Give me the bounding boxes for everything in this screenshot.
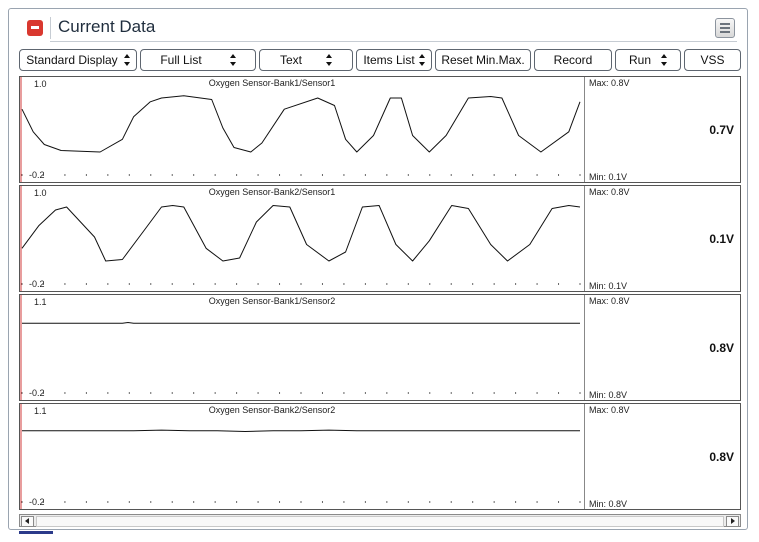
graph-panels: 1.0 -0.2 Oxygen Sensor-Bank1/Sensor1 Max: … — [19, 76, 741, 512]
panel-divider — [584, 404, 585, 509]
max-readout: Max: 0.8V — [589, 78, 630, 88]
sensor-series-line — [21, 205, 581, 262]
reset-min-max-button[interactable]: Reset Min.Max. — [435, 49, 531, 71]
current-value: 0.1V — [709, 232, 734, 246]
max-value: 0.8V — [611, 187, 630, 197]
panel-divider — [584, 77, 585, 182]
chart-svg: 1.1 -0.2 Oxygen Sensor-Bank1/Sensor2 — [20, 295, 581, 400]
graph-panel-bank1-sensor2[interactable]: 1.1 -0.2 Oxygen Sensor-Bank1/Sensor2 Max: … — [19, 294, 741, 401]
min-value: 0.8V — [608, 499, 628, 509]
y-max-tick-label: 1.1 — [34, 297, 47, 307]
min-value: 0.1V — [608, 281, 628, 291]
graph-panel-bank1-sensor1[interactable]: 1.0 -0.2 Oxygen Sensor-Bank1/Sensor1 Max: … — [19, 76, 741, 183]
standard-display-dropdown[interactable]: Standard Display — [19, 49, 137, 71]
toolbar-label: Record — [553, 53, 593, 67]
y-min-tick-label: -0.2 — [29, 497, 45, 507]
max-label: Max: — [589, 78, 609, 88]
current-data-window: Current Data Standard Display Full List … — [8, 8, 748, 534]
y-min-tick-label: -0.2 — [29, 279, 45, 289]
y-max-tick-label: 1.0 — [34, 79, 47, 89]
y-max-tick-label: 1.0 — [34, 188, 47, 198]
max-readout: Max: 0.8V — [589, 405, 630, 415]
horizontal-scrollbar[interactable] — [19, 514, 741, 527]
max-label: Max: — [589, 405, 609, 415]
toolbar-label: Text — [279, 53, 302, 67]
panel-divider — [584, 295, 585, 400]
title-separator — [50, 17, 51, 39]
collapse-icon[interactable] — [27, 20, 43, 36]
hamburger-menu-icon[interactable] — [715, 18, 735, 38]
scroll-right-arrow-icon[interactable] — [726, 516, 739, 527]
chart-title: Oxygen Sensor-Bank2/Sensor2 — [209, 405, 336, 415]
current-value: 0.8V — [709, 341, 734, 355]
title-underline — [50, 41, 737, 42]
y-min-tick-label: -0.2 — [29, 170, 45, 180]
scroll-left-arrow-icon[interactable] — [21, 516, 34, 527]
max-readout: Max: 0.8V — [589, 296, 630, 306]
max-value: 0.8V — [611, 405, 630, 415]
min-value: 0.8V — [608, 390, 628, 400]
min-label: Min: — [589, 499, 607, 509]
min-readout: Min: 0.1V — [589, 172, 627, 182]
updown-arrow-icon — [229, 54, 236, 66]
updown-arrow-icon — [661, 54, 667, 66]
scroll-thumb[interactable] — [36, 516, 724, 527]
max-readout: Max: 0.8V — [589, 187, 630, 197]
chart-svg: 1.1 -0.2 Oxygen Sensor-Bank2/Sensor2 — [20, 404, 581, 509]
y-min-tick-label: -0.2 — [29, 388, 45, 398]
sensor-series-line — [22, 429, 580, 432]
window-title: Current Data — [58, 17, 156, 36]
sensor-series-line — [21, 95, 581, 153]
menu-bar-line — [720, 27, 730, 29]
sensor-series-line — [22, 322, 580, 324]
graph-panel-bank2-sensor2[interactable]: 1.1 -0.2 Oxygen Sensor-Bank2/Sensor2 Max: … — [19, 403, 741, 510]
toolbar: Standard Display Full List Text Items Li… — [19, 49, 741, 71]
max-label: Max: — [589, 187, 609, 197]
toolbar-label: Items List — [363, 53, 415, 67]
updown-arrow-icon — [123, 54, 130, 66]
updown-arrow-icon — [326, 54, 332, 66]
chart-title: Oxygen Sensor-Bank1/Sensor1 — [209, 78, 336, 88]
chart-svg: 1.0 -0.2 Oxygen Sensor-Bank1/Sensor1 — [20, 77, 581, 182]
current-value: 0.7V — [709, 123, 734, 137]
graph-panel-bank2-sensor1[interactable]: 1.0 -0.2 Oxygen Sensor-Bank2/Sensor1 Max: … — [19, 185, 741, 292]
current-value: 0.8V — [709, 450, 734, 464]
min-readout: Min: 0.8V — [589, 499, 627, 509]
max-value: 0.8V — [611, 296, 630, 306]
full-list-dropdown[interactable]: Full List — [140, 49, 256, 71]
items-list-dropdown[interactable]: Items List — [356, 49, 432, 71]
run-dropdown[interactable]: Run — [615, 49, 681, 71]
panel-divider — [584, 186, 585, 291]
chart-title: Oxygen Sensor-Bank2/Sensor1 — [209, 187, 336, 197]
min-label: Min: — [589, 390, 607, 400]
toolbar-label: Run — [628, 53, 651, 67]
min-readout: Min: 0.8V — [589, 390, 627, 400]
vss-button[interactable]: VSS — [684, 49, 741, 71]
min-label: Min: — [589, 281, 607, 291]
menu-bar-line — [720, 23, 730, 25]
text-dropdown[interactable]: Text — [259, 49, 353, 71]
updown-arrow-icon — [418, 54, 425, 66]
chart-title: Oxygen Sensor-Bank1/Sensor2 — [209, 296, 336, 306]
page-indicator — [19, 531, 53, 534]
max-value: 0.8V — [611, 78, 630, 88]
chart-svg: 1.0 -0.2 Oxygen Sensor-Bank2/Sensor1 — [20, 186, 581, 291]
menu-bar-line — [720, 31, 730, 33]
min-label: Min: — [589, 172, 607, 182]
min-value: 0.1V — [608, 172, 628, 182]
toolbar-label: Reset Min.Max. — [441, 53, 525, 67]
title-bar: Current Data — [9, 9, 747, 43]
y-max-tick-label: 1.1 — [34, 406, 47, 416]
toolbar-label: VSS — [700, 53, 725, 67]
toolbar-label: Full List — [160, 53, 202, 67]
min-readout: Min: 0.1V — [589, 281, 627, 291]
record-button[interactable]: Record — [534, 49, 612, 71]
toolbar-label: Standard Display — [26, 53, 118, 67]
max-label: Max: — [589, 296, 609, 306]
